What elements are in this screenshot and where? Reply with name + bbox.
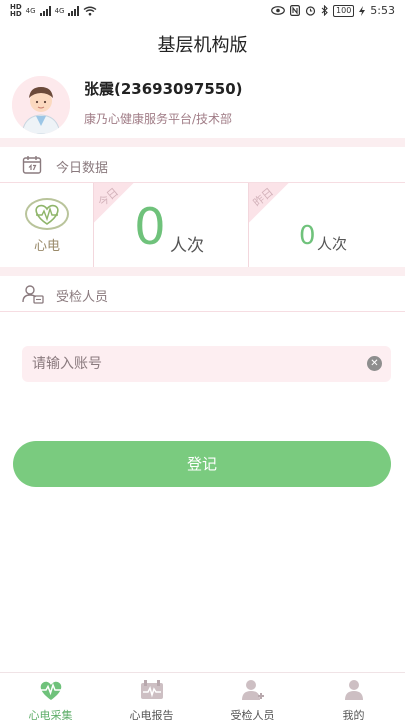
calendar-icon	[22, 156, 42, 174]
report-icon	[141, 680, 163, 699]
network-2-label: 4G	[54, 7, 65, 15]
tab-label: 心电报告	[129, 709, 174, 720]
section-divider	[0, 267, 405, 276]
today-data-header: 今日数据	[0, 147, 405, 183]
today-count-unit: 人次	[170, 236, 204, 256]
network-1-label: 4G	[25, 7, 36, 15]
status-bar: HD HD 4G 4G 100 5:53	[0, 0, 405, 24]
clock-time: 5:53	[370, 4, 395, 17]
tab-label: 心电采集	[28, 709, 73, 720]
page-title: 基层机构版	[157, 35, 248, 56]
eye-icon	[271, 6, 285, 15]
tab-subjects[interactable]: 受检人员	[202, 673, 303, 720]
charging-icon	[359, 5, 366, 16]
stats-row: 心电 今日 0 人次 昨日 0 人次	[0, 183, 405, 267]
tab-ecg-report[interactable]: 心电报告	[101, 673, 202, 720]
section-divider	[0, 138, 405, 147]
user-profile-card[interactable]: 张震(23693097550) 康乃心健康服务平台/技术部	[0, 68, 405, 138]
tab-ecg-collect[interactable]: 心电采集	[0, 673, 101, 720]
battery-indicator: 100	[333, 4, 355, 17]
carrier-2-label: HD	[10, 10, 22, 18]
yesterday-count-cell: 昨日 0 人次	[249, 183, 405, 267]
register-button[interactable]: 登记	[13, 441, 391, 487]
tab-label: 我的	[342, 709, 365, 720]
tab-mine[interactable]: 我的	[303, 673, 404, 720]
clear-icon[interactable]: ✕	[367, 356, 382, 371]
ecg-heart-icon	[25, 198, 69, 230]
subject-header: 受检人员	[0, 276, 405, 312]
ecg-type-label: 心电	[33, 239, 60, 254]
status-left: HD HD 4G 4G	[10, 4, 97, 18]
tab-label: 受检人员	[230, 709, 275, 720]
user-name: 张震(23693097550)	[84, 80, 243, 98]
status-right: 100 5:53	[271, 4, 395, 17]
nfc-icon	[290, 5, 301, 16]
alarm-icon	[305, 6, 316, 16]
yesterday-count-value: 0	[299, 221, 316, 251]
person-add-icon	[242, 680, 264, 700]
person-icon	[345, 680, 363, 700]
heart-icon	[40, 681, 62, 700]
doctor-avatar-icon	[12, 76, 70, 134]
subject-label: 受检人员	[56, 290, 109, 305]
ecg-type-cell[interactable]: 心电	[0, 183, 94, 267]
signal-2-icon	[68, 6, 80, 16]
bluetooth-icon	[321, 5, 328, 16]
bottom-tab-bar: 心电采集 心电报告 受检人员 我的	[0, 672, 405, 720]
today-count-value: 0	[134, 198, 166, 256]
person-card-icon	[22, 285, 44, 304]
wifi-icon	[84, 6, 97, 16]
account-input[interactable]	[22, 346, 391, 382]
avatar[interactable]	[12, 76, 70, 134]
yesterday-count-unit: 人次	[317, 235, 348, 253]
today-count-cell: 今日 0 人次	[94, 183, 249, 267]
user-organization: 康乃心健康服务平台/技术部	[84, 112, 233, 126]
today-data-label: 今日数据	[56, 161, 109, 176]
signal-1-icon	[39, 6, 51, 16]
